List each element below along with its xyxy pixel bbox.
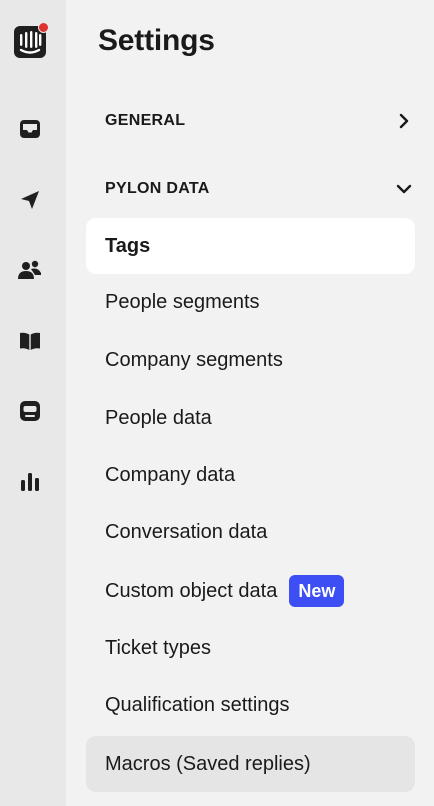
nav-item-people-segments[interactable]: People segments	[86, 274, 415, 330]
nav-item-label: Macros (Saved replies)	[105, 752, 311, 775]
nav-item-label: Custom object data	[105, 579, 278, 602]
new-badge: New	[289, 575, 345, 607]
inbox-icon[interactable]	[13, 112, 47, 146]
outbound-send-icon[interactable]	[13, 183, 47, 217]
nav-item-qualification-settings[interactable]: Qualification settings	[86, 677, 415, 733]
intercom-logo-icon[interactable]	[13, 22, 49, 59]
nav-item-ticket-types[interactable]: Ticket types	[86, 620, 415, 676]
section-label: GENERAL	[105, 112, 186, 129]
section-label: PYLON DATA	[105, 180, 210, 197]
nav-item-label: Tags	[105, 234, 151, 257]
messenger-icon[interactable]	[13, 394, 47, 428]
page-title: Settings	[98, 24, 215, 57]
nav-item-label: Ticket types	[105, 636, 211, 659]
nav-item-macros[interactable]: Macros (Saved replies)	[86, 736, 415, 792]
nav-item-label: Qualification settings	[105, 693, 290, 716]
nav-item-company-data[interactable]: Company data	[86, 447, 415, 503]
nav-item-label: Company segments	[105, 348, 283, 371]
nav-item-conversation-data[interactable]: Conversation data	[86, 504, 415, 560]
nav-item-company-segments[interactable]: Company segments	[86, 332, 415, 388]
nav-item-label: People segments	[105, 290, 260, 313]
reports-chart-icon[interactable]	[13, 465, 47, 499]
nav-item-custom-object-data[interactable]: Custom object data New	[86, 563, 415, 619]
settings-panel: Settings GENERAL PYLON DATA Tags People …	[66, 0, 434, 806]
chevron-down-icon	[396, 181, 412, 197]
section-general[interactable]: GENERAL	[105, 106, 412, 136]
knowledge-book-icon[interactable]	[13, 324, 47, 358]
icon-rail	[0, 0, 66, 806]
chevron-right-icon	[396, 113, 412, 129]
notification-dot	[38, 22, 49, 33]
nav-item-tags[interactable]: Tags	[86, 218, 415, 274]
nav-item-label: Conversation data	[105, 520, 268, 543]
section-pylon-data[interactable]: PYLON DATA	[105, 174, 412, 204]
nav-item-label: Company data	[105, 463, 236, 486]
contacts-icon[interactable]	[13, 253, 47, 287]
nav-item-people-data[interactable]: People data	[86, 390, 415, 446]
nav-item-label: People data	[105, 406, 212, 429]
